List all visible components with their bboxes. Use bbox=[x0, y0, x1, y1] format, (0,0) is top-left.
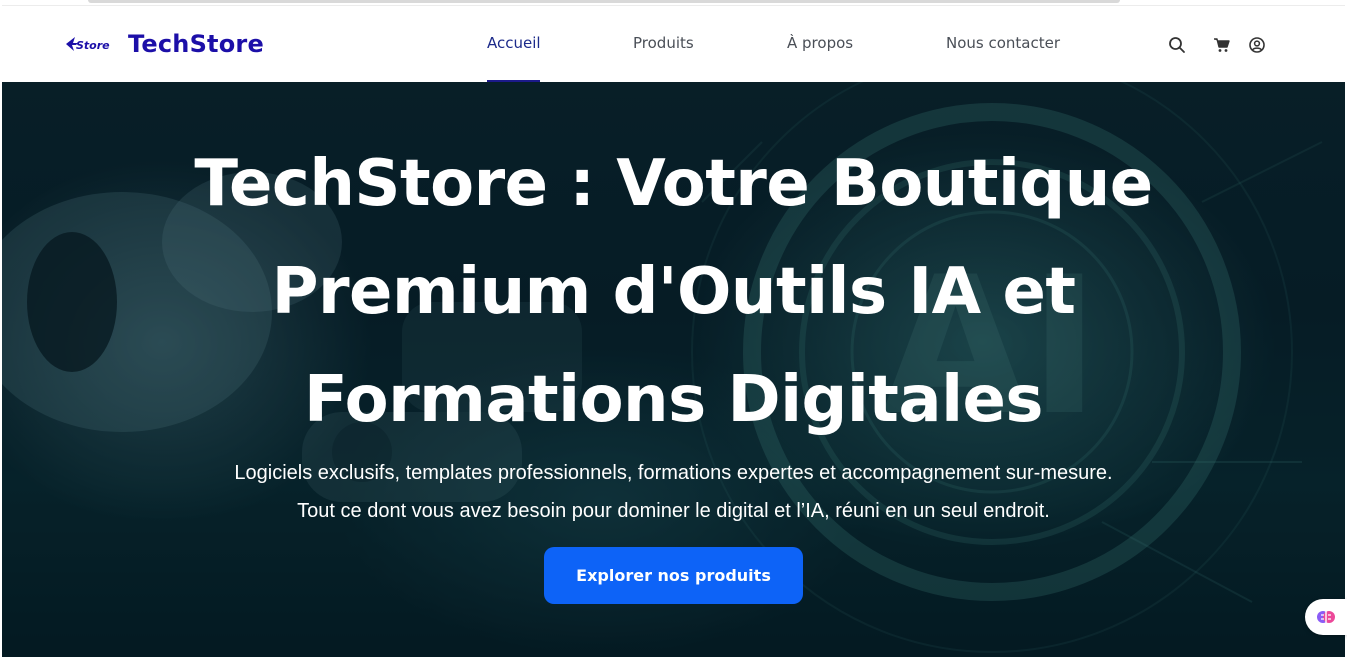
hero-title-line-2: Premium d'Outils IA et bbox=[271, 255, 1076, 329]
logo-text: Store bbox=[76, 39, 110, 52]
assistant-widget-button[interactable] bbox=[1305, 599, 1347, 635]
hero-section: AI TechStore : Votre Boutique Premium d'… bbox=[2, 82, 1345, 657]
nav-link-contact[interactable]: Nous contacter bbox=[946, 34, 1060, 52]
scroll-indicator bbox=[88, 0, 1120, 3]
nav-link-about[interactable]: À propos bbox=[787, 34, 853, 52]
cart-icon[interactable] bbox=[1211, 34, 1233, 56]
hero-subtitle: Logiciels exclusifs, templates professio… bbox=[122, 454, 1225, 530]
hero-title-line-1: TechStore : Votre Boutique bbox=[194, 147, 1153, 221]
brand[interactable]: Store TechStore bbox=[64, 26, 264, 62]
explore-products-button[interactable]: Explorer nos produits bbox=[544, 547, 803, 604]
nav-link-home[interactable]: Accueil bbox=[487, 34, 541, 52]
nav-link-products[interactable]: Produits bbox=[633, 34, 694, 52]
hero-subtitle-line-1: Logiciels exclusifs, templates professio… bbox=[234, 462, 1113, 484]
search-icon[interactable] bbox=[1166, 34, 1188, 56]
account-icon[interactable] bbox=[1246, 34, 1268, 56]
hero-title: TechStore : Votre Boutique Premium d'Out… bbox=[122, 130, 1225, 454]
logo: Store bbox=[64, 32, 110, 56]
page: Store TechStore Accueil Produits À propo… bbox=[0, 0, 1347, 657]
hero-subtitle-line-2: Tout ce dont vous avez besoin pour domin… bbox=[297, 500, 1050, 522]
brand-name: TechStore bbox=[128, 30, 264, 58]
hero-title-line-3: Formations Digitales bbox=[304, 363, 1044, 437]
navbar: Store TechStore Accueil Produits À propo… bbox=[2, 5, 1345, 83]
brain-icon bbox=[1317, 611, 1335, 623]
